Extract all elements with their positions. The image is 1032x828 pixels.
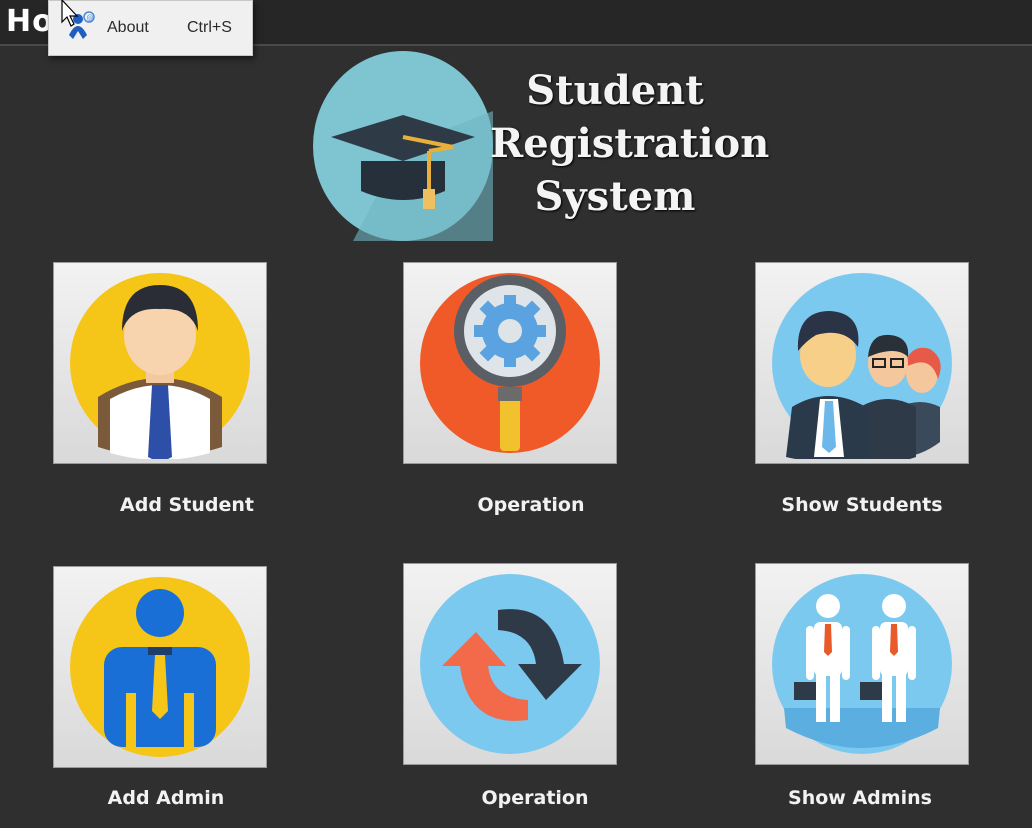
- admin-icon: [70, 577, 250, 757]
- app-title-line-2: Registration: [490, 120, 770, 167]
- magnifier-gear-icon: [420, 273, 600, 453]
- app-title-line-3: System: [534, 173, 696, 220]
- operation-label-1[interactable]: Operation: [451, 494, 611, 516]
- menu-item-about-label: About: [107, 19, 149, 36]
- operation-admin-button[interactable]: [403, 563, 617, 765]
- add-student-label[interactable]: Add Student: [105, 494, 269, 516]
- add-student-button[interactable]: [53, 262, 267, 464]
- app-title: Student Registration System: [490, 64, 770, 223]
- show-admins-button[interactable]: [755, 563, 969, 765]
- operation-button[interactable]: [403, 262, 617, 464]
- add-admin-label[interactable]: Add Admin: [86, 787, 246, 809]
- add-admin-button[interactable]: [53, 566, 267, 768]
- show-students-button[interactable]: [755, 262, 969, 464]
- businessmen-icon: [772, 574, 952, 754]
- show-admins-label[interactable]: Show Admins: [780, 787, 940, 809]
- menu-item-about-shortcut: Ctrl+S: [187, 19, 232, 36]
- app-title-line-1: Student: [526, 67, 704, 114]
- refresh-arrows-icon: [420, 574, 600, 754]
- student-icon: [70, 273, 250, 459]
- main-window: Ho @ About Ctrl+S Student Registration S…: [0, 0, 1032, 828]
- svg-text:@: @: [87, 14, 94, 22]
- mouse-cursor-icon: [61, 0, 79, 27]
- operation-label-2[interactable]: Operation: [455, 787, 615, 809]
- menu-home[interactable]: Ho: [6, 4, 54, 39]
- graduation-cap-icon: [313, 51, 493, 241]
- group-people-icon: [772, 273, 952, 459]
- show-students-label[interactable]: Show Students: [772, 494, 952, 516]
